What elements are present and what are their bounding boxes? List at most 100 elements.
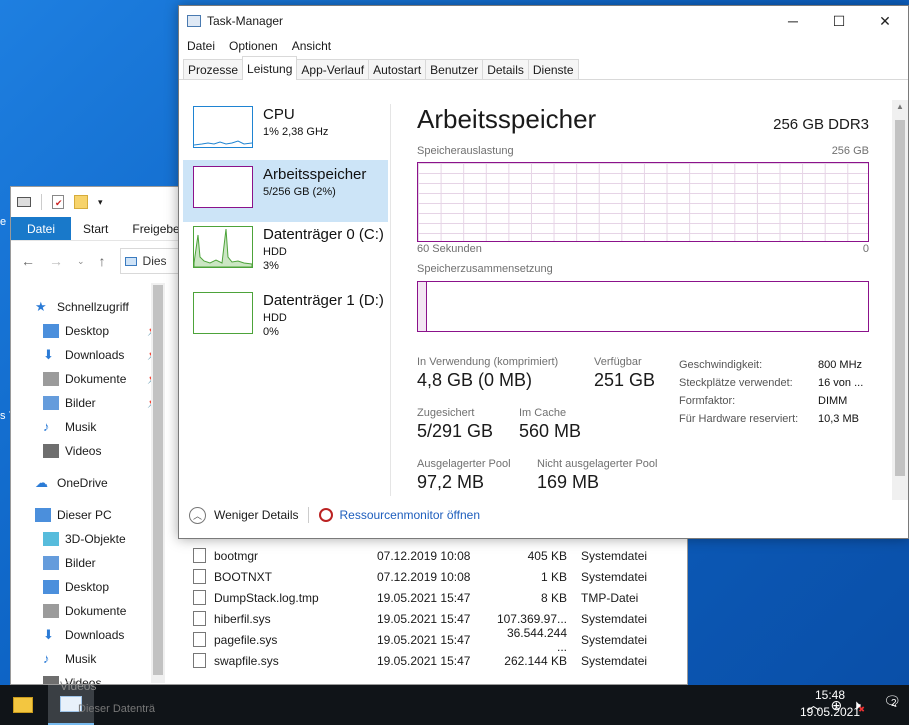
nav-item[interactable]: Videos bbox=[43, 439, 163, 463]
sidebar-item-detail: 5/256 GB (2%) bbox=[263, 186, 336, 198]
fewer-details-button[interactable]: Weniger Details bbox=[214, 508, 298, 522]
stat-value: 5/291 GB bbox=[417, 421, 494, 441]
music-icon: ♪ bbox=[43, 419, 50, 434]
menu-datei[interactable]: Datei bbox=[187, 39, 215, 53]
sidebar-item-disk-1[interactable]: Datenträger 1 (D:) HDD 0% bbox=[183, 286, 388, 348]
nav-item[interactable]: ⬇ Downloads bbox=[43, 623, 163, 647]
file-type: Systemdatei bbox=[581, 569, 648, 584]
tab-prozesse[interactable]: Prozesse bbox=[183, 59, 244, 79]
documents-icon bbox=[43, 372, 59, 386]
resource-monitor-link[interactable]: Ressourcenmonitor öffnen bbox=[339, 508, 480, 522]
taskbar-faded-label: Videos bbox=[60, 679, 97, 693]
forward-arrow-icon[interactable]: → bbox=[49, 253, 63, 269]
nav-item[interactable]: 3D-Objekte bbox=[43, 527, 163, 551]
graph-time-left: 60 Sekunden bbox=[417, 243, 482, 255]
nav-item[interactable]: ♪ Musik bbox=[43, 415, 163, 439]
computer-icon bbox=[35, 508, 51, 522]
nav-item-label: Desktop bbox=[65, 324, 110, 338]
detail-value: DIMM bbox=[818, 395, 848, 407]
file-row[interactable]: bootmgr 07.12.2019 10:08 405 KB Systemdatei bbox=[187, 545, 687, 566]
cube-icon bbox=[43, 532, 59, 546]
taskbar-faded-label: Dieser Datenträ bbox=[78, 703, 156, 715]
properties-icon[interactable]: ✔ bbox=[52, 195, 64, 209]
minimize-button[interactable]: ─ bbox=[770, 6, 816, 36]
menu-optionen[interactable]: Optionen bbox=[229, 39, 278, 53]
music-icon: ♪ bbox=[43, 651, 50, 666]
tab-app-verlauf[interactable]: App-Verlauf bbox=[296, 59, 370, 79]
stat-value: 169 MB bbox=[537, 472, 600, 492]
sidebar-item-cpu[interactable]: CPU 1% 2,38 GHz bbox=[183, 100, 388, 162]
tab-benutzer[interactable]: Benutzer bbox=[425, 59, 484, 79]
nav-item[interactable]: Bilder bbox=[43, 551, 163, 575]
taskbar-file-explorer-button[interactable] bbox=[0, 685, 46, 725]
nav-item[interactable]: Bilder📌 bbox=[43, 391, 163, 415]
file-date: 19.05.2021 15:47 bbox=[377, 590, 471, 605]
chevron-up-icon[interactable]: ︿ bbox=[189, 506, 206, 524]
new-folder-icon[interactable] bbox=[74, 195, 88, 209]
desktop-icon bbox=[43, 324, 59, 338]
nav-item[interactable]: ♪ Musik bbox=[43, 647, 163, 671]
star-icon: ★ bbox=[35, 299, 47, 314]
tab-autostart[interactable]: Autostart bbox=[368, 59, 427, 79]
stat-label: Verfügbar bbox=[594, 356, 642, 368]
navigation-pane: ★SchnellzugriffDesktop📌⬇Downloads📌Dokume… bbox=[11, 281, 163, 684]
sidebar-item-disk-0[interactable]: Datenträger 0 (C:) HDD 3% bbox=[183, 220, 388, 282]
ribbon-tab-datei[interactable]: Datei bbox=[11, 217, 72, 240]
close-button[interactable]: ✕ bbox=[862, 6, 908, 36]
taskbar-clock[interactable]: 15:48 19.05.2021 bbox=[795, 687, 865, 721]
detail-value: 800 MHz bbox=[818, 359, 863, 371]
file-name: hiberfil.sys bbox=[214, 611, 271, 626]
file-date: 19.05.2021 15:47 bbox=[377, 632, 471, 647]
chevron-down-icon[interactable]: ⌄ bbox=[77, 256, 85, 267]
stat-committed: Zugesichert 5/291 GB bbox=[417, 407, 493, 442]
download-arrow-icon: ⬇ bbox=[43, 627, 54, 642]
nav-item[interactable]: ☁ OneDrive bbox=[35, 471, 155, 495]
navigation-scrollbar[interactable]: ▲ bbox=[151, 283, 165, 683]
back-arrow-icon[interactable]: ← bbox=[21, 253, 35, 269]
sidebar-item-memory[interactable]: Arbeitsspeicher 5/256 GB (2%) bbox=[183, 160, 388, 222]
chevron-down-icon[interactable]: ▾ bbox=[98, 197, 103, 208]
file-row[interactable]: DumpStack.log.tmp 19.05.2021 15:47 8 KB TMP… bbox=[187, 587, 687, 608]
sidebar-item-detail-2: 0% bbox=[263, 326, 279, 338]
tab-details[interactable]: Details bbox=[482, 59, 529, 79]
task-manager-titlebar: Task-Manager ─ ☐ ✕ bbox=[179, 6, 908, 36]
nav-item[interactable]: Dieser PC bbox=[35, 503, 155, 527]
tab-dienste[interactable]: Dienste bbox=[527, 59, 579, 79]
scrollbar-thumb[interactable] bbox=[153, 285, 163, 675]
notification-center-icon[interactable]: 🗨2 bbox=[883, 693, 901, 710]
nav-item[interactable]: Dokumente bbox=[43, 599, 163, 623]
stat-in-use: In Verwendung (komprimiert) 4,8 GB (0 MB… bbox=[417, 356, 558, 391]
stat-cached: Im Cache 560 MB bbox=[519, 407, 581, 442]
address-bar[interactable]: Dies bbox=[119, 248, 180, 274]
file-type: Systemdatei bbox=[581, 611, 648, 626]
videos-icon bbox=[43, 444, 59, 458]
scrollbar-thumb[interactable] bbox=[895, 120, 905, 476]
file-icon bbox=[193, 632, 206, 647]
nav-item[interactable]: Dokumente📌 bbox=[43, 367, 163, 391]
file-row[interactable]: hiberfil.sys 19.05.2021 15:47 107.369.97..… bbox=[187, 608, 687, 629]
videos-icon bbox=[43, 676, 59, 684]
ribbon-tab-start[interactable]: Start bbox=[71, 217, 120, 240]
nav-item[interactable]: Desktop bbox=[43, 575, 163, 599]
file-row[interactable]: pagefile.sys 19.05.2021 15:47 36.544.244 .… bbox=[187, 626, 687, 654]
maximize-button[interactable]: ☐ bbox=[816, 6, 862, 36]
tab-leistung[interactable]: Leistung bbox=[242, 56, 298, 80]
menu-ansicht[interactable]: Ansicht bbox=[292, 39, 331, 53]
memory-details: Geschwindigkeit: 800 MHz Steckplätze verw… bbox=[679, 356, 863, 428]
stat-label: Nicht ausgelagerter Pool bbox=[537, 458, 658, 470]
nav-item-label: Dieser PC bbox=[57, 508, 112, 522]
up-arrow-icon[interactable]: ↑ bbox=[99, 253, 106, 269]
nav-item[interactable]: ★ Schnellzugriff bbox=[35, 295, 155, 319]
scroll-up-icon[interactable]: ▲ bbox=[896, 102, 904, 111]
file-icon bbox=[193, 548, 206, 563]
nav-item[interactable]: ⬇Downloads📌 bbox=[43, 343, 163, 367]
nav-item[interactable]: Desktop📌 bbox=[43, 319, 163, 343]
stat-label: Im Cache bbox=[519, 407, 567, 419]
menu-bar: Datei Optionen Ansicht bbox=[179, 36, 908, 56]
file-row[interactable]: BOOTNXT 07.12.2019 10:08 1 KB Systemdatei bbox=[187, 566, 687, 587]
file-size: 8 KB bbox=[540, 590, 567, 605]
nav-item-label: Bilder bbox=[65, 556, 96, 570]
file-row[interactable]: swapfile.sys 19.05.2021 15:47 262.144 KB Sy… bbox=[187, 650, 687, 671]
sidebar-item-detail-2: 3% bbox=[263, 260, 279, 272]
task-manager-scrollbar[interactable]: ▲ bbox=[892, 100, 908, 500]
